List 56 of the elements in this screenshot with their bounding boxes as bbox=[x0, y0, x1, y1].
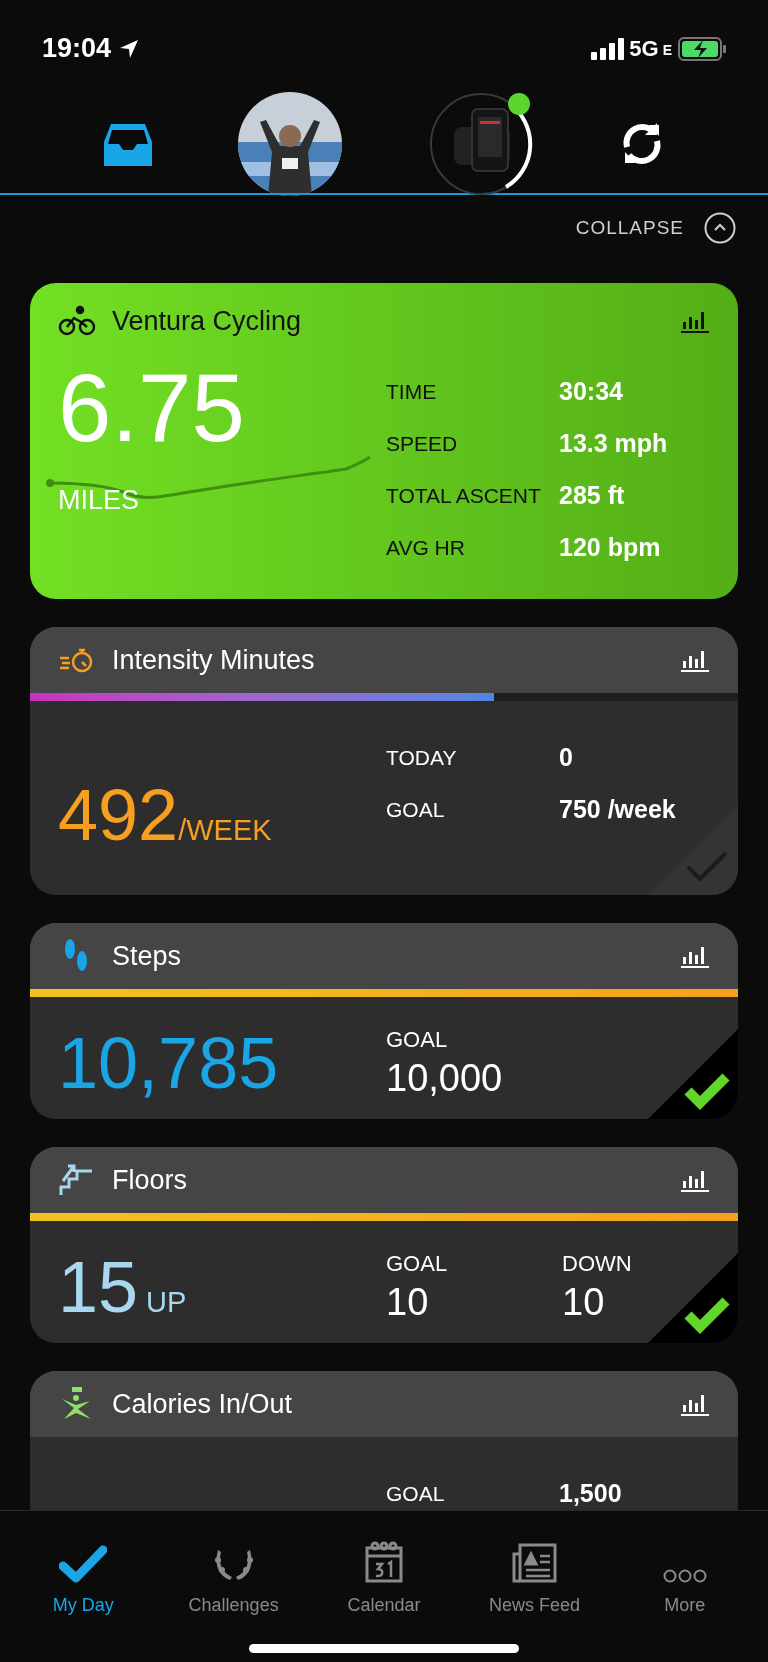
stat-label: GOAL bbox=[386, 1481, 446, 1508]
stat-value: 120 bpm bbox=[559, 531, 661, 563]
network-suffix: E bbox=[662, 41, 672, 60]
inbox-icon[interactable] bbox=[102, 122, 153, 166]
more-icon bbox=[661, 1568, 708, 1584]
stat-value: 13.3 mph bbox=[559, 427, 668, 459]
network-type: 5G bbox=[629, 35, 659, 63]
checkmark-icon bbox=[59, 1544, 108, 1584]
tab-item[interactable]: News Feed bbox=[459, 1511, 610, 1623]
metric-card[interactable]: Calories In/Out GOAL 1,500 bbox=[30, 1371, 738, 1510]
metric-card[interactable]: Steps 10,785 GOAL 10,000 bbox=[30, 923, 738, 1119]
metric-value: 492 bbox=[58, 775, 179, 855]
bicycle-icon bbox=[58, 305, 96, 338]
signal-icon bbox=[591, 37, 626, 60]
metric-unit: UP bbox=[146, 1285, 187, 1320]
stat-value: 10 bbox=[562, 1280, 606, 1324]
stat-value: 285 ft bbox=[559, 479, 625, 511]
stat-label: GOAL bbox=[386, 1250, 449, 1278]
card-title: Calories In/Out bbox=[112, 1387, 294, 1421]
tab-item[interactable]: My Day bbox=[8, 1511, 159, 1623]
metric-value: 15 bbox=[58, 1247, 139, 1327]
card-title: Floors bbox=[112, 1163, 188, 1197]
distance-value: 6.75 bbox=[58, 365, 245, 450]
battery-icon bbox=[678, 36, 726, 61]
stat-label: TODAY bbox=[386, 745, 458, 772]
calendar-icon bbox=[364, 1540, 404, 1584]
card-title: Ventura Cycling bbox=[112, 305, 303, 338]
collapse-button[interactable]: COLLAPSE bbox=[575, 213, 684, 243]
stat-label: GOAL bbox=[386, 797, 446, 824]
tab-item[interactable]: Challenges bbox=[158, 1511, 309, 1623]
stat-value: 30:34 bbox=[559, 375, 623, 407]
tab-item[interactable]: Calendar bbox=[308, 1511, 460, 1623]
chevron-up-icon[interactable] bbox=[704, 212, 736, 244]
distance-unit: MILES bbox=[58, 483, 140, 517]
activity-card[interactable]: Ventura Cycling 6.75 MILES TIME 30:34 SPEED 13.3 mph TOTAL ASCENT 285 ft AVG HR 120 bpm bbox=[30, 283, 738, 599]
card-title: Steps bbox=[112, 939, 183, 973]
stat-label: TIME bbox=[386, 378, 438, 405]
clock-time: 19:04 bbox=[42, 32, 112, 66]
metric-card[interactable]: Intensity Minutes 492/WEEK TODAY 0 GOAL 750 /week bbox=[30, 627, 738, 895]
stat-label: AVG HR bbox=[386, 534, 466, 561]
tab-item[interactable]: More bbox=[609, 1511, 761, 1623]
metric-card[interactable]: Floors 15 UP GOAL 10 DOWN 10 bbox=[30, 1147, 738, 1343]
stat-value: 10,000 bbox=[386, 1056, 504, 1100]
card-title: Intensity Minutes bbox=[112, 643, 316, 677]
stat-value: 750 /week bbox=[559, 794, 676, 826]
location-arrow-icon bbox=[119, 38, 140, 59]
stat-label: DOWN bbox=[562, 1250, 633, 1278]
stat-label: TOTAL ASCENT bbox=[386, 482, 542, 509]
newspaper-icon bbox=[510, 1542, 559, 1584]
stat-value: 0 bbox=[559, 742, 573, 774]
stat-value: 10 bbox=[386, 1280, 430, 1324]
metric-value: 10,785 bbox=[58, 1023, 279, 1103]
stat-label: SPEED bbox=[386, 430, 459, 457]
stat-value: 1,500 bbox=[559, 1478, 622, 1510]
stat-label: GOAL bbox=[386, 1026, 449, 1054]
metric-unit: /WEEK bbox=[178, 814, 272, 848]
